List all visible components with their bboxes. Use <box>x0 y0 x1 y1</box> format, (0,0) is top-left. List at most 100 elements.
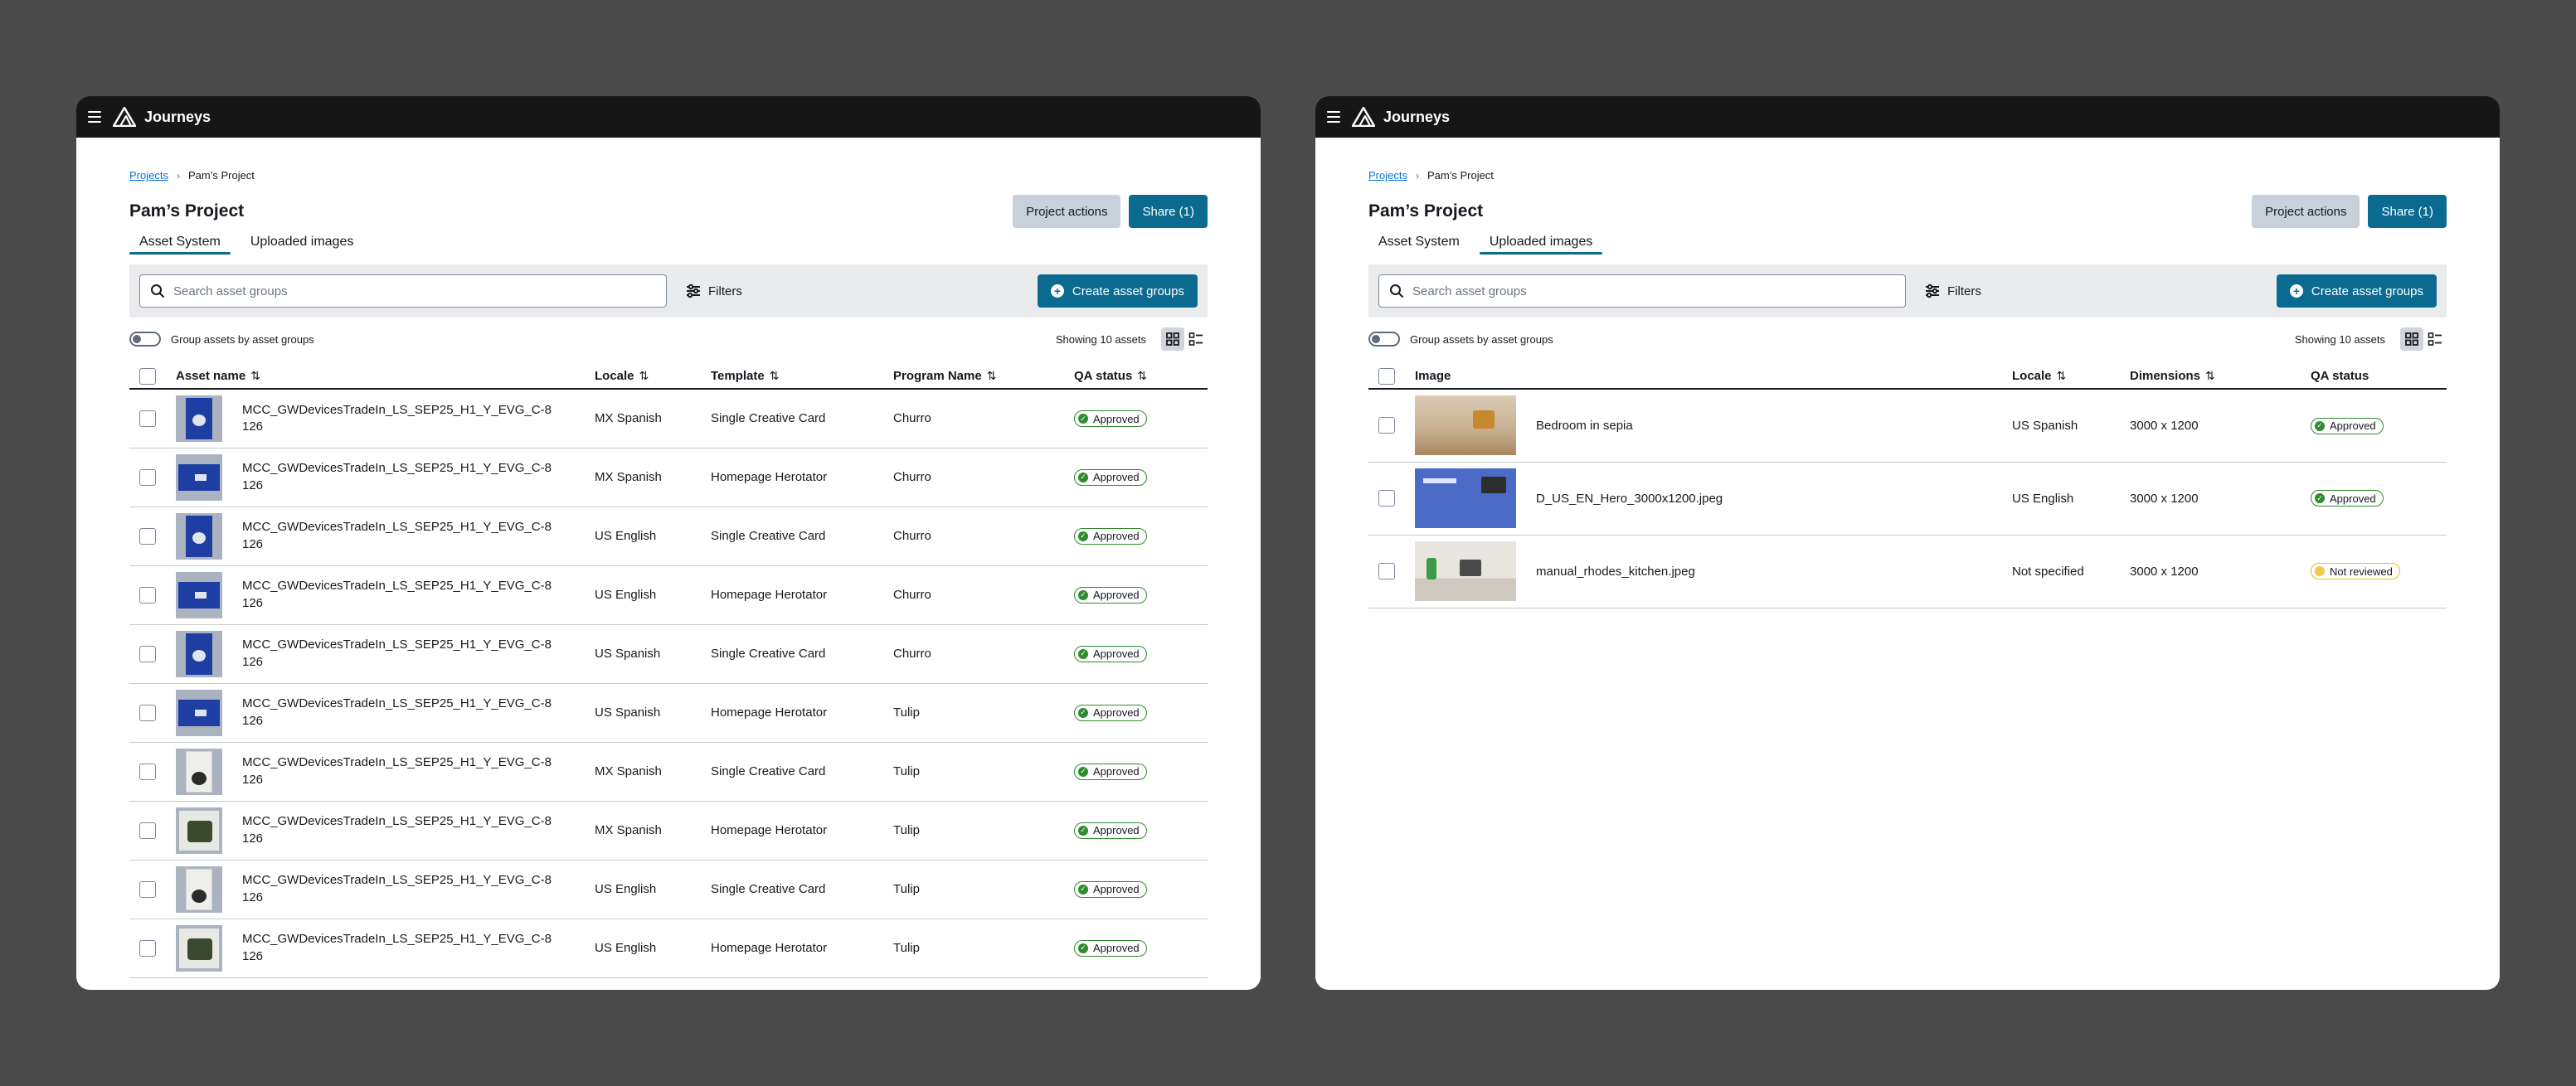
filters-button[interactable]: Filters <box>685 283 742 299</box>
asset-thumbnail[interactable] <box>176 630 222 677</box>
asset-name[interactable]: MCC_GWDevicesTradeIn_LS_SEP25_H1_Y_EVG_C… <box>242 578 552 612</box>
list-view-button[interactable] <box>2423 327 2447 351</box>
asset-thumbnail[interactable] <box>176 453 222 501</box>
table-row[interactable]: MCC_GWDevicesTradeIn_LS_SEP25_H1_Y_EVG_C… <box>129 448 1208 507</box>
asset-name[interactable]: MCC_GWDevicesTradeIn_LS_SEP25_H1_Y_EVG_C… <box>242 754 552 788</box>
hamburger-menu-icon[interactable] <box>1327 111 1340 123</box>
project-actions-button[interactable]: Project actions <box>2252 195 2360 228</box>
asset-thumbnail[interactable] <box>176 807 222 854</box>
column-qa-status[interactable]: QA status ⇅ <box>1074 364 1208 390</box>
row-checkbox[interactable] <box>139 468 156 486</box>
create-asset-groups-button[interactable]: + Create asset groups <box>2276 274 2437 308</box>
column-locale[interactable]: Locale ⇅ <box>2012 364 2130 390</box>
image-thumbnail[interactable] <box>1415 468 1516 528</box>
hamburger-menu-icon[interactable] <box>88 111 101 123</box>
row-checkbox[interactable] <box>1378 563 1395 579</box>
row-checkbox[interactable] <box>139 586 156 604</box>
row-checkbox[interactable] <box>1378 490 1395 507</box>
row-checkbox[interactable] <box>139 410 156 427</box>
asset-thumbnail[interactable] <box>176 865 222 913</box>
table-row[interactable]: MCC_GWDevicesTradeIn_LS_SEP25_H1_Y_EVG_C… <box>129 801 1208 861</box>
sort-icon[interactable]: ⇅ <box>1137 369 1147 382</box>
asset-thumbnail[interactable] <box>176 689 222 736</box>
table-row[interactable]: manual_rhodes_kitchen.jpeg Not specified 3… <box>1368 535 2447 608</box>
asset-name[interactable]: MCC_GWDevicesTradeIn_LS_SEP25_H1_Y_EVG_C… <box>242 402 552 436</box>
row-checkbox[interactable] <box>139 880 156 898</box>
asset-name[interactable]: MCC_GWDevicesTradeIn_LS_SEP25_H1_Y_EVG_C… <box>242 519 552 553</box>
select-all-checkbox[interactable] <box>139 367 156 385</box>
column-asset-name[interactable]: Asset name ⇅ <box>176 364 595 390</box>
row-checkbox[interactable] <box>139 763 156 780</box>
filters-button[interactable]: Filters <box>1924 283 1981 299</box>
sort-icon[interactable]: ⇅ <box>250 369 260 382</box>
tab-asset-system[interactable]: Asset System <box>129 231 231 255</box>
asset-thumbnail[interactable] <box>176 748 222 795</box>
search-input[interactable] <box>1412 284 1905 298</box>
share-button[interactable]: Share (1) <box>1129 195 1208 228</box>
sort-icon[interactable]: ⇅ <box>2057 369 2067 382</box>
select-cell <box>1368 462 1415 536</box>
asset-name[interactable]: MCC_GWDevicesTradeIn_LS_SEP25_H1_Y_EVG_C… <box>242 637 552 671</box>
table-row[interactable]: MCC_GWDevicesTradeIn_LS_SEP25_H1_Y_EVG_C… <box>129 683 1208 743</box>
table-row[interactable]: Bedroom in sepia US Spanish 3000 x 1200 ✓ Ap… <box>1368 389 2447 463</box>
asset-thumbnail[interactable] <box>176 924 222 972</box>
asset-name[interactable]: MCC_GWDevicesTradeIn_LS_SEP25_H1_Y_EVG_C… <box>242 872 552 906</box>
row-checkbox[interactable] <box>139 704 156 721</box>
group-assets-toggle[interactable] <box>129 332 161 347</box>
breadcrumb-projects-link[interactable]: Projects <box>1368 169 1407 182</box>
create-asset-groups-button[interactable]: + Create asset groups <box>1037 274 1198 308</box>
asset-preview <box>178 463 220 491</box>
share-button[interactable]: Share (1) <box>2368 195 2447 228</box>
image-thumbnail[interactable] <box>1415 541 1516 601</box>
image-name[interactable]: D_US_EN_Hero_3000x1200.jpeg <box>1536 492 1723 506</box>
search-input[interactable] <box>173 284 666 298</box>
asset-thumbnail[interactable] <box>176 571 222 618</box>
row-checkbox[interactable] <box>139 527 156 545</box>
tab-asset-system[interactable]: Asset System <box>1368 231 1470 255</box>
row-checkbox[interactable] <box>139 939 156 957</box>
column-dimensions[interactable]: Dimensions ⇅ <box>2130 364 2311 390</box>
table-row[interactable]: D_US_EN_Hero_3000x1200.jpeg US English 300… <box>1368 462 2447 536</box>
locale-cell: Not specified <box>2012 535 2130 608</box>
group-assets-toggle[interactable] <box>1368 332 1400 347</box>
asset-name[interactable]: MCC_GWDevicesTradeIn_LS_SEP25_H1_Y_EVG_C… <box>242 931 552 965</box>
asset-name[interactable]: MCC_GWDevicesTradeIn_LS_SEP25_H1_Y_EVG_C… <box>242 696 552 730</box>
sort-icon[interactable]: ⇅ <box>770 369 780 382</box>
column-program-name[interactable]: Program Name ⇅ <box>893 364 1074 390</box>
image-thumbnail[interactable] <box>1415 395 1516 456</box>
list-view-button[interactable] <box>1184 327 1208 351</box>
table-row[interactable]: MCC_GWDevicesTradeIn_LS_SEP25_H1_Y_EVG_C… <box>129 624 1208 684</box>
project-actions-button[interactable]: Project actions <box>1013 195 1121 228</box>
tab-uploaded-images[interactable]: Uploaded images <box>241 231 364 255</box>
asset-thumbnail[interactable] <box>176 395 222 442</box>
search-field[interactable] <box>1378 274 1906 308</box>
column-label: Program Name <box>893 369 982 383</box>
tab-uploaded-images[interactable]: Uploaded images <box>1479 231 1603 255</box>
select-all-checkbox[interactable] <box>1378 367 1395 385</box>
sort-icon[interactable]: ⇅ <box>2205 369 2215 382</box>
sort-icon[interactable]: ⇅ <box>987 369 997 382</box>
row-checkbox[interactable] <box>139 822 156 839</box>
status-badge: ✓ Approved <box>1074 410 1147 427</box>
table-row[interactable]: MCC_GWDevicesTradeIn_LS_SEP25_H1_Y_EVG_C… <box>129 389 1208 448</box>
table-row[interactable]: MCC_GWDevicesTradeIn_LS_SEP25_H1_Y_EVG_C… <box>129 507 1208 566</box>
table-row[interactable]: MCC_GWDevicesTradeIn_LS_SEP25_H1_Y_EVG_C… <box>129 742 1208 802</box>
asset-name[interactable]: MCC_GWDevicesTradeIn_LS_SEP25_H1_Y_EVG_C… <box>242 813 552 847</box>
row-checkbox[interactable] <box>139 645 156 662</box>
image-name[interactable]: manual_rhodes_kitchen.jpeg <box>1536 565 1695 579</box>
asset-name[interactable]: MCC_GWDevicesTradeIn_LS_SEP25_H1_Y_EVG_C… <box>242 460 552 494</box>
column-locale[interactable]: Locale ⇅ <box>595 364 711 390</box>
column-template[interactable]: Template ⇅ <box>711 364 893 390</box>
grid-view-button[interactable] <box>1161 327 1184 351</box>
image-cell: Bedroom in sepia <box>1415 389 2012 463</box>
search-field[interactable] <box>139 274 667 308</box>
row-checkbox[interactable] <box>1378 417 1395 434</box>
asset-thumbnail[interactable] <box>176 512 222 560</box>
breadcrumb-projects-link[interactable]: Projects <box>129 169 168 182</box>
sort-icon[interactable]: ⇅ <box>639 369 649 382</box>
table-row[interactable]: MCC_GWDevicesTradeIn_LS_SEP25_H1_Y_EVG_C… <box>129 919 1208 978</box>
table-row[interactable]: MCC_GWDevicesTradeIn_LS_SEP25_H1_Y_EVG_C… <box>129 565 1208 625</box>
table-row[interactable]: MCC_GWDevicesTradeIn_LS_SEP25_H1_Y_EVG_C… <box>129 860 1208 919</box>
image-name[interactable]: Bedroom in sepia <box>1536 419 1633 433</box>
grid-view-button[interactable] <box>2400 327 2423 351</box>
